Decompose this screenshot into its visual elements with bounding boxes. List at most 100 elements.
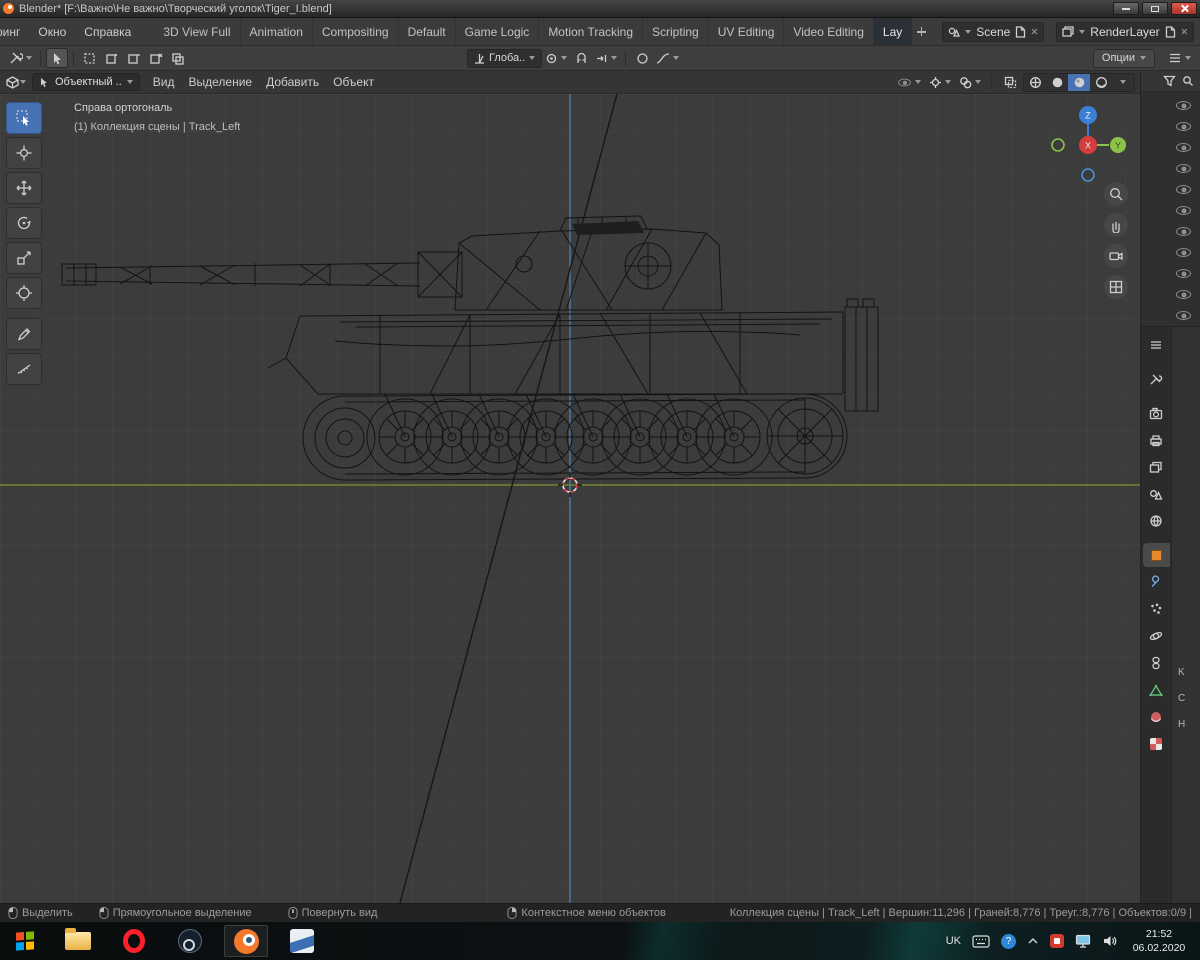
snap-toggle-button[interactable] (570, 48, 592, 68)
visibility-eye-icon[interactable] (1176, 227, 1191, 236)
new-scene-icon[interactable] (1015, 25, 1026, 38)
outliner-row[interactable] (1141, 158, 1200, 179)
visibility-eye-icon[interactable] (1176, 269, 1191, 278)
maximize-button[interactable] (1142, 2, 1168, 15)
proportional-editing-button[interactable] (631, 48, 653, 68)
steam-button[interactable] (168, 925, 212, 957)
unlink-renderlayer-icon[interactable] (1181, 28, 1188, 35)
gizmo-minus-y-ball[interactable] (1051, 138, 1065, 152)
visibility-eye-icon[interactable] (1176, 122, 1191, 131)
taskbar-clock[interactable]: 21:52 06.02.2020 (1128, 927, 1190, 955)
outliner-row[interactable] (1141, 116, 1200, 137)
visibility-eye-icon[interactable] (1176, 185, 1191, 194)
outliner-row[interactable] (1141, 95, 1200, 116)
tray-expand-chevron-icon[interactable] (1027, 937, 1039, 945)
visibility-eye-icon[interactable] (1176, 101, 1191, 110)
navigation-gizmo[interactable]: Z X Y (1050, 98, 1126, 184)
tool-move[interactable] (6, 172, 42, 204)
menu-object[interactable]: Объект (326, 71, 381, 94)
visibility-eye-icon[interactable] (1176, 248, 1191, 257)
language-indicator[interactable]: UK (946, 935, 961, 947)
menu-add[interactable]: Добавить (259, 71, 326, 94)
workspace-tab[interactable]: Motion Tracking (539, 18, 644, 45)
new-renderlayer-icon[interactable] (1165, 25, 1176, 38)
scene-selector[interactable]: Scene (942, 21, 1045, 42)
select-mode-invert-button[interactable] (145, 48, 167, 68)
tool-cursor[interactable] (6, 137, 42, 169)
speaker-icon[interactable] (1102, 934, 1117, 948)
tab-render[interactable] (1143, 401, 1170, 425)
blender-taskbar-button[interactable] (224, 925, 268, 957)
visibility-eye-icon[interactable] (1176, 206, 1191, 215)
object-visibility-dropdown[interactable] (894, 72, 924, 92)
start-button[interactable] (6, 925, 44, 957)
mode-dropdown[interactable]: Объектный .. (32, 73, 140, 91)
renderlayer-selector[interactable]: RenderLayer (1056, 21, 1194, 42)
viewport-canvas[interactable]: Справа ортогональ (1) Коллекция сцены | … (0, 94, 1140, 903)
editor-type-button[interactable] (6, 48, 35, 68)
add-workspace-button[interactable] (912, 18, 930, 45)
select-mode-subtract-button[interactable] (123, 48, 145, 68)
keyboard-icon[interactable] (972, 934, 990, 948)
chevron-down-icon[interactable] (20, 80, 26, 84)
select-mode-intersect-button[interactable] (167, 48, 189, 68)
pan-button[interactable] (1104, 213, 1128, 237)
tab-modifiers[interactable] (1143, 570, 1170, 594)
menu-select[interactable]: Выделение (181, 71, 259, 94)
pivot-point-dropdown[interactable] (542, 48, 570, 68)
menu-help[interactable]: Справка (75, 18, 140, 45)
opera-button[interactable] (112, 925, 156, 957)
tray-app-icon[interactable] (1050, 934, 1064, 948)
unlink-scene-icon[interactable] (1031, 28, 1038, 35)
tab-material[interactable] (1143, 705, 1170, 729)
shading-material-button[interactable] (1068, 73, 1090, 91)
close-button[interactable] (1171, 2, 1197, 15)
tab-constraints[interactable] (1143, 651, 1170, 675)
tab-scene[interactable] (1143, 482, 1170, 506)
shading-options-dropdown[interactable] (1112, 74, 1134, 91)
tab-particles[interactable] (1143, 597, 1170, 621)
tool-measure[interactable] (6, 353, 42, 385)
perspective-toggle-button[interactable] (1104, 275, 1128, 299)
tab-texture[interactable] (1143, 732, 1170, 756)
filter-icon[interactable] (1163, 75, 1176, 87)
workspace-tab[interactable]: UV Editing (709, 18, 785, 45)
minimize-button[interactable] (1113, 2, 1139, 15)
outliner-row[interactable] (1141, 263, 1200, 284)
workspace-tab[interactable]: Animation (241, 18, 313, 45)
options-button[interactable]: Опции (1092, 48, 1155, 68)
outliner-row[interactable] (1141, 284, 1200, 305)
editor-type-icon[interactable] (5, 75, 20, 90)
select-mode-extend-button[interactable] (101, 48, 123, 68)
menu-window[interactable]: Окно (29, 18, 75, 45)
visibility-eye-icon[interactable] (1176, 164, 1191, 173)
zoom-button[interactable] (1104, 182, 1128, 206)
workspace-tab[interactable]: 3D View Full (154, 18, 241, 45)
outliner-row[interactable] (1141, 137, 1200, 158)
workspace-tab[interactable]: Video Editing (784, 18, 874, 45)
gizmos-dropdown[interactable] (926, 72, 954, 92)
outliner-row[interactable] (1141, 200, 1200, 221)
tool-select-box[interactable] (6, 102, 42, 134)
paint-button[interactable] (280, 925, 324, 957)
falloff-dropdown[interactable] (653, 48, 682, 68)
outliner-row[interactable] (1141, 179, 1200, 200)
overlays-dropdown[interactable] (956, 72, 984, 92)
file-explorer-button[interactable] (56, 925, 100, 957)
outliner-row[interactable] (1141, 221, 1200, 242)
topbar-editor-menu-button[interactable] (1165, 48, 1194, 68)
visibility-eye-icon[interactable] (1176, 311, 1191, 320)
tab-output[interactable] (1143, 428, 1170, 452)
workspace-tab-active[interactable]: Lay (873, 18, 913, 45)
tab-view-layer[interactable] (1143, 455, 1170, 479)
properties-editor-type-button[interactable] (1143, 333, 1170, 357)
help-icon[interactable]: ? (1001, 933, 1016, 949)
tab-world[interactable] (1143, 509, 1170, 533)
menu-render[interactable]: ринг (0, 18, 29, 45)
tool-rotate[interactable] (6, 207, 42, 239)
workspace-tab[interactable]: Compositing (313, 18, 399, 45)
tab-object-data[interactable] (1143, 678, 1170, 702)
transform-orientation-dropdown[interactable]: Глоба.. (467, 48, 543, 68)
outliner-row[interactable] (1141, 305, 1200, 326)
tool-transform[interactable] (6, 277, 42, 309)
